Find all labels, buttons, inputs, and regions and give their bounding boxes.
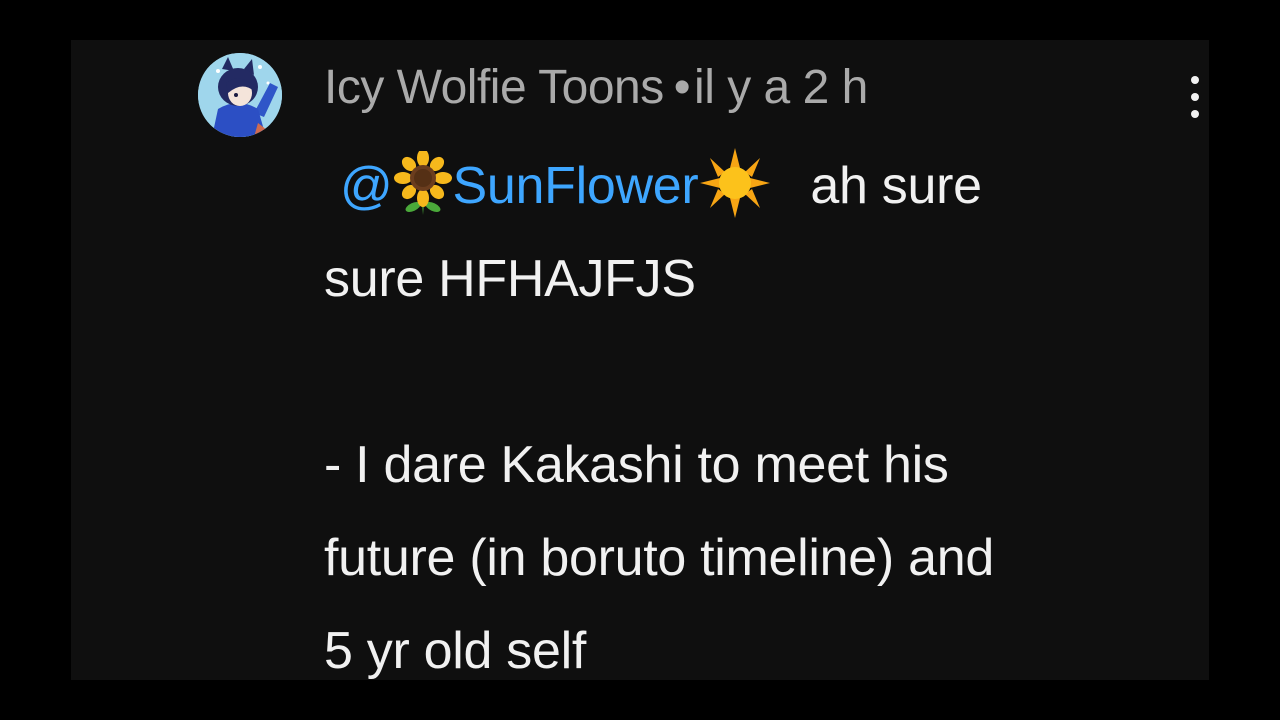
timestamp[interactable]: il y a 2 h [694,61,868,114]
comment-line: sure HFHAJFJS [324,250,696,308]
comment-header: Icy Wolfie Toons •il y a 2 h [324,58,868,118]
sunflower-emoji [393,151,453,216]
author-name[interactable]: Icy Wolfie Toons [324,61,664,114]
sun-emoji [698,148,772,219]
comment-line: - I dare Kakashi to meet his [324,436,949,494]
mention-link[interactable]: @ SunFlower [340,148,772,219]
mention-at: @ [340,157,393,215]
comment-body: @ SunFlower ah sure sure HFHAJFJS - I da… [324,140,1184,680]
comment-panel: Icy Wolfie Toons •il y a 2 h @ SunFlower… [71,40,1209,680]
comment-line: 5 yr old self [324,622,586,680]
comment-text: ah sure [810,157,982,215]
comment-line: future (in boruto timeline) and [324,529,994,587]
separator-dot: • [673,61,691,114]
avatar[interactable] [198,53,282,137]
more-vertical-icon [1191,76,1199,84]
more-vertical-icon-dot [1191,110,1199,118]
more-vertical-icon-dot [1191,93,1199,101]
avatar-image [198,53,282,137]
mention-name: SunFlower [452,157,699,215]
comment-line: @ SunFlower ah sure [324,140,1184,233]
more-options-button[interactable] [1175,74,1209,120]
